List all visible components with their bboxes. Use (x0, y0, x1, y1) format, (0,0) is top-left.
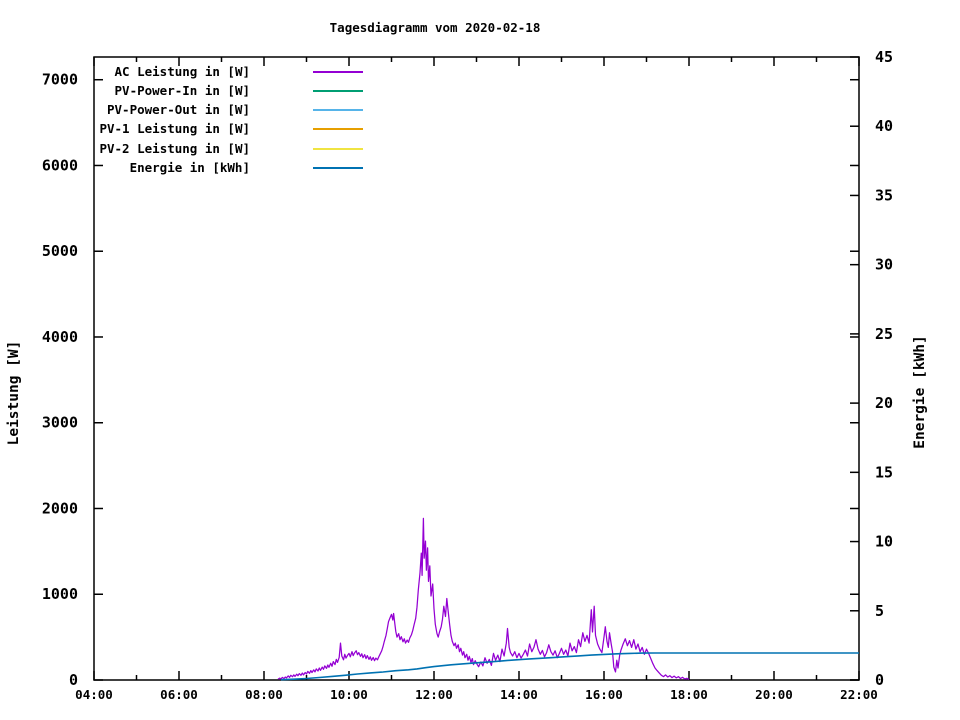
y-tick-label: 1000 (42, 585, 78, 603)
x-tick-label: 10:00 (330, 687, 368, 702)
x-tick-label: 04:00 (75, 687, 113, 702)
tagesdiagramm-chart: Tagesdiagramm vom 2020-02-18 Leistung [W… (0, 0, 960, 720)
y2-tick-label: 15 (875, 463, 893, 481)
y2-tick-label: 40 (875, 117, 893, 135)
x-tick-label: 12:00 (415, 687, 453, 702)
series-line-ac (277, 517, 690, 681)
legend-swatch-line (313, 148, 363, 150)
y-tick-label: 2000 (42, 499, 78, 517)
y2-tick-label: 35 (875, 186, 893, 204)
x-tick-label: 06:00 (160, 687, 198, 702)
legend-swatch-line (313, 71, 363, 73)
legend-label: PV-1 Leistung in [W] (99, 121, 250, 136)
y2-tick-label: 30 (875, 256, 893, 274)
x-tick-label: 08:00 (245, 687, 283, 702)
legend-swatch-line (313, 128, 363, 130)
y2-tick-label: 0 (875, 671, 884, 689)
legend-label: PV-Power-Out in [W] (107, 102, 250, 117)
y2-tick-label: 10 (875, 533, 893, 551)
y2-tick-label: 45 (875, 48, 893, 66)
y-tick-label: 3000 (42, 414, 78, 432)
legend-swatch-line (313, 109, 363, 111)
x-tick-label: 18:00 (670, 687, 708, 702)
x-tick-label: 14:00 (500, 687, 538, 702)
y-tick-label: 5000 (42, 242, 78, 260)
x-tick-label: 22:00 (840, 687, 878, 702)
y2-tick-label: 5 (875, 602, 884, 620)
y-tick-label: 4000 (42, 328, 78, 346)
y-tick-label: 0 (69, 671, 78, 689)
legend-label: PV-2 Leistung in [W] (99, 141, 250, 156)
legend-swatch-line (313, 167, 363, 169)
y2-tick-label: 25 (875, 325, 893, 343)
legend-label: PV-Power-In in [W] (114, 83, 250, 98)
legend-label: AC Leistung in [W] (114, 64, 250, 79)
x-tick-label: 16:00 (585, 687, 623, 702)
x-tick-label: 20:00 (755, 687, 793, 702)
legend-swatch-line (313, 90, 363, 92)
y2-tick-label: 20 (875, 394, 893, 412)
legend-label: Energie in [kWh] (129, 160, 250, 175)
